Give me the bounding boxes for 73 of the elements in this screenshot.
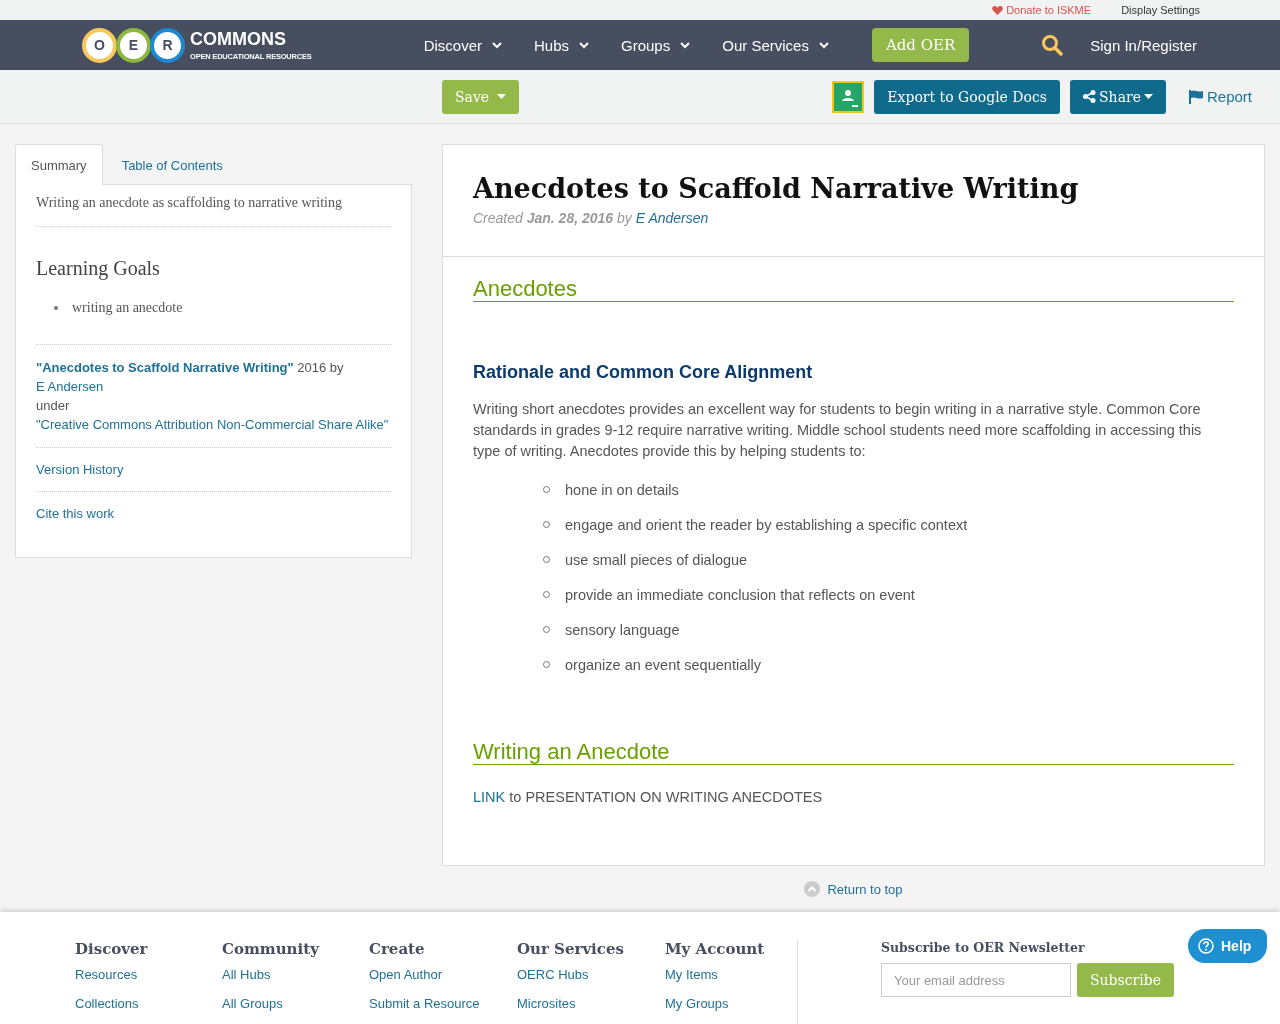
footer-heading: Our Services [517, 940, 625, 958]
chevron-down-icon [492, 41, 502, 49]
list-item: organize an event sequentially [565, 656, 761, 673]
report-link[interactable]: Report [1188, 88, 1252, 105]
author-link[interactable]: E Andersen [36, 379, 104, 394]
list-item: hone in on details [565, 481, 679, 498]
sidebar-tab[interactable]: Summary [15, 144, 103, 185]
paragraph: LINK to PRESENTATION ON WRITING ANECDOTES [473, 789, 824, 805]
flag-icon [1188, 89, 1204, 104]
sidebar-link[interactable]: Cite this work [36, 492, 391, 535]
nav-menu[interactable]: Hubs [534, 36, 589, 54]
chevron-down-icon [680, 41, 691, 49]
share-button[interactable]: Share [1070, 79, 1166, 114]
caret-down-icon [497, 94, 507, 99]
logo-letter: O [82, 27, 117, 63]
footer-heading: Create [369, 940, 426, 958]
sidebar-tab[interactable]: Table of Contents [102, 144, 242, 185]
footer-link[interactable]: Resources [75, 966, 222, 995]
subheading: Rationale and Common Core Alignment [473, 362, 814, 383]
logo-letter: E [116, 27, 151, 63]
footer-link[interactable]: All Groups [222, 995, 369, 1024]
section-heading: Learning Goals [36, 257, 161, 280]
email-field[interactable]: Your email address [881, 963, 1071, 997]
help-button[interactable]: Help [1188, 929, 1268, 963]
presentation-link[interactable]: LINK [473, 789, 506, 805]
created-info: Created Jan. 28, 2016 by E Andersen [473, 210, 710, 226]
display-settings-link[interactable]: Display Settings [1121, 4, 1200, 16]
section-heading: Anecdotes [473, 277, 1234, 302]
sign-in-link[interactable]: Sign In/Register [1090, 36, 1197, 54]
footer-link[interactable]: My Items [665, 966, 797, 995]
footer-link[interactable]: Submit a Resource [369, 995, 517, 1024]
share-icon [1083, 90, 1097, 103]
logo-wordmark: COMMONS [190, 29, 287, 50]
footer-link[interactable]: My Groups [665, 995, 797, 1024]
footer-link[interactable]: Collections [75, 995, 222, 1024]
resource-link[interactable]: "Anecdotes to Scaffold Narrative Writing" [36, 360, 294, 375]
footer-link[interactable]: Microsites [517, 995, 665, 1024]
list-item: sensory language [565, 621, 680, 638]
return-to-top-link[interactable]: Return to top [804, 881, 903, 897]
section-heading: Writing an Anecdote [473, 740, 1234, 765]
goal-text: writing an anecdote [72, 300, 183, 316]
footer-link[interactable]: All Hubs [222, 966, 369, 995]
search-icon[interactable] [1041, 34, 1064, 56]
sidebar-link[interactable]: Version History [36, 448, 391, 492]
logo-letter: R [150, 27, 185, 63]
heart-icon [992, 5, 1004, 15]
attribution-text: "Anecdotes to Scaffold Narrative Writing" 2016 by E Andersen under "Creative Commons Attribution Non-Commercial Share Alike" [36, 345, 391, 448]
chevron-down-icon [579, 41, 589, 49]
bullet-icon [54, 306, 58, 310]
donate-link[interactable]: Donate to ISKME [992, 4, 1092, 16]
author-link[interactable]: E Andersen [635, 210, 709, 226]
caret-down-icon [1143, 94, 1153, 99]
nav-menu[interactable]: Our Services [722, 36, 829, 54]
classroom-icon[interactable] [832, 80, 865, 113]
list-item: engage and orient the reader by establishing a specific context [565, 516, 968, 533]
footer-heading: My Account [665, 940, 766, 958]
footer-link[interactable]: Open Author [369, 966, 517, 995]
footer-link[interactable]: OERC Hubs [517, 966, 665, 995]
nav-menu[interactable]: Groups [621, 36, 691, 54]
footer-heading: Discover [75, 940, 149, 958]
paragraph: Writing short anecdotes provides an excellent way for students to begin writing in a narrative style. Common Core standards in grades 9-12 require narrative writing. Middle school students need more scaffolding in accessing this type of writing. Anecdotes provide this by helping students to: [473, 400, 1203, 461]
newsletter-heading: Subscribe to OER Newsletter [881, 940, 1086, 955]
list-item: use small pieces of dialogue [565, 551, 748, 568]
footer-heading: Community [222, 940, 321, 958]
chevron-down-icon [818, 41, 829, 49]
list-item: provide an immediate conclusion that reflects on event [565, 586, 915, 603]
export-button[interactable]: Export to Google Docs [874, 79, 1061, 114]
license-link[interactable]: "Creative Commons Attribution Non-Commercial Share Alike" [36, 417, 389, 432]
article-title: Anecdotes to Scaffold Narrative Writing [473, 173, 1080, 204]
summary-text: Writing an anecdote as scaffolding to narrative writing [36, 185, 391, 227]
help-icon [1198, 938, 1214, 954]
chevron-up-circle-icon [804, 881, 821, 897]
nav-menu[interactable]: Discover [423, 36, 502, 54]
